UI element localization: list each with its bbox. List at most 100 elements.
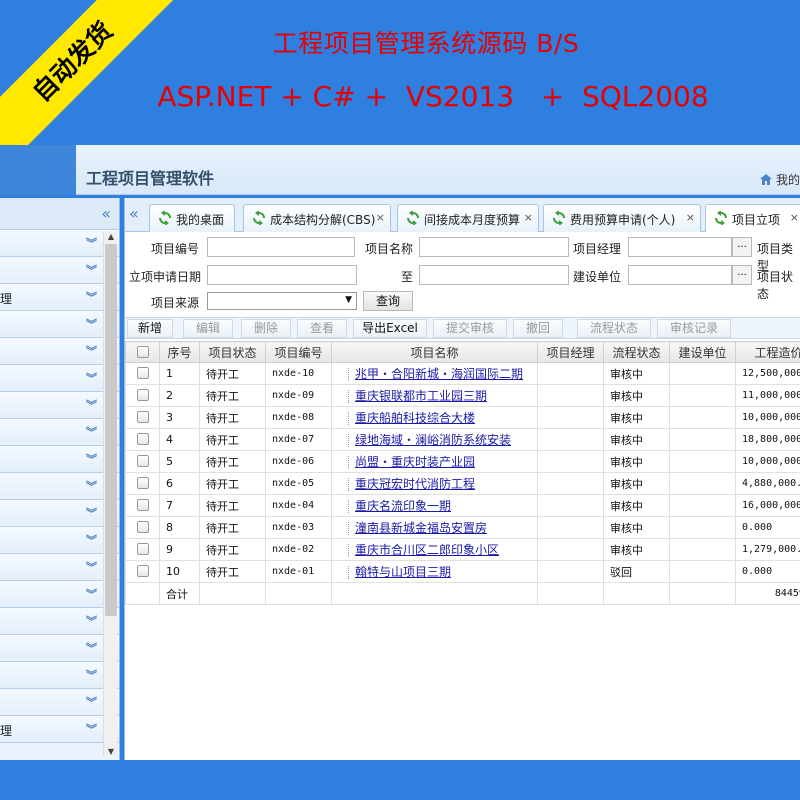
project-name-input[interactable] (419, 237, 569, 257)
sidebar-item[interactable]: ︾ (0, 635, 119, 662)
scroll-down-arrow-icon[interactable]: ▼ (104, 747, 118, 756)
expand-chevron-icon[interactable]: ︾ (86, 694, 97, 710)
project-manager-picker-button[interactable]: ... (732, 237, 752, 257)
table-row[interactable]: 7 待开工 nxde-04 重庆名流印象一期 审核中 16,000,000 (125, 494, 800, 517)
row-checkbox[interactable] (136, 367, 149, 379)
expand-chevron-icon[interactable]: ︾ (86, 397, 97, 413)
expand-chevron-icon[interactable]: ︾ (86, 316, 97, 332)
tab-item[interactable]: 项目立项 × (705, 204, 800, 233)
row-checkbox[interactable] (136, 565, 149, 577)
add-button[interactable]: 新增 (127, 319, 173, 338)
collapse-sidebar-icon[interactable]: « (101, 204, 111, 223)
project-name-link[interactable]: 潼南县新城金福岛安置房 (355, 521, 487, 535)
query-button[interactable]: 查询 (363, 291, 413, 311)
view-button[interactable]: 查看 (297, 319, 347, 338)
sidebar-item[interactable]: ︾ (0, 338, 119, 365)
collapse-tabs-icon[interactable]: « (129, 204, 139, 223)
col-header-no[interactable]: 序号 (159, 341, 200, 363)
row-checkbox[interactable] (136, 499, 149, 511)
sidebar-item[interactable]: ︾ (0, 500, 119, 527)
tab-close-icon[interactable]: × (376, 211, 385, 224)
table-row[interactable]: 1 待开工 nxde-10 兆甲・合阳新城・海润国际二期 审核中 12,500,000 (125, 362, 800, 385)
project-name-link[interactable]: 重庆船舶科技综合大楼 (355, 411, 475, 425)
project-name-link[interactable]: 重庆银联都市工业园三期 (355, 389, 487, 403)
row-checkbox[interactable] (136, 521, 149, 533)
sidebar-item[interactable]: ︾ (0, 365, 119, 392)
project-name-link[interactable]: 尚盟・重庆时装产业园 (355, 455, 475, 469)
table-row[interactable]: 10 待开工 nxde-01 翰特与山项目三期 驳回 0.000 (125, 560, 800, 583)
col-header-cost[interactable]: 工程造价 (735, 341, 800, 363)
expand-chevron-icon[interactable]: ︾ (86, 370, 97, 386)
row-select-cell[interactable] (125, 472, 160, 495)
build-unit-input[interactable] (628, 265, 732, 285)
sidebar-item[interactable]: ︾ (0, 554, 119, 581)
row-select-cell[interactable] (125, 428, 160, 451)
sidebar-item[interactable]: ︾ (0, 257, 119, 284)
row-select-cell[interactable] (125, 406, 160, 429)
sidebar-scrollbar[interactable]: ▲ ▼ (103, 232, 117, 756)
row-checkbox[interactable] (136, 477, 149, 489)
apply-date-start-input[interactable] (207, 265, 357, 285)
sidebar-item[interactable]: ︾ (0, 581, 119, 608)
col-header-name[interactable]: 项目名称 (331, 341, 538, 363)
table-row[interactable]: 5 待开工 nxde-06 尚盟・重庆时装产业园 审核中 10,000,000 (125, 450, 800, 473)
sidebar-item[interactable]: ︾ (0, 662, 119, 689)
sidebar-item[interactable]: ︾ (0, 419, 119, 446)
table-row[interactable]: 9 待开工 nxde-02 重庆市合川区二郎印象小区 审核中 1,279,000. (125, 538, 800, 561)
expand-chevron-icon[interactable]: ︾ (86, 721, 97, 737)
expand-chevron-icon[interactable]: ︾ (86, 424, 97, 440)
delete-button[interactable]: 删除 (241, 319, 291, 338)
sidebar-item[interactable]: ︾ (0, 230, 119, 257)
table-row[interactable]: 8 待开工 nxde-03 潼南县新城金福岛安置房 审核中 0.000 (125, 516, 800, 539)
scroll-up-arrow-icon[interactable]: ▲ (104, 232, 118, 241)
tab-item[interactable]: 费用预算申请(个人) × (543, 204, 701, 232)
tab-close-icon[interactable]: × (524, 211, 533, 224)
row-select-cell[interactable] (125, 560, 160, 583)
sidebar-item[interactable]: 理 ︾ (0, 716, 119, 743)
header-select-all[interactable] (125, 341, 160, 363)
expand-chevron-icon[interactable]: ︾ (86, 640, 97, 656)
expand-chevron-icon[interactable]: ︾ (86, 586, 97, 602)
table-row[interactable]: 3 待开工 nxde-08 重庆船舶科技综合大楼 审核中 10,000,000 (125, 406, 800, 429)
table-row[interactable]: 4 待开工 nxde-07 绿地海域・澜峪消防系统安装 审核中 18,800,000 (125, 428, 800, 451)
expand-chevron-icon[interactable]: ︾ (86, 451, 97, 467)
submit-audit-button[interactable]: 提交审核 (433, 319, 507, 338)
sidebar-item[interactable]: ︾ (0, 527, 119, 554)
export-excel-button[interactable]: 导出Excel (353, 319, 427, 338)
project-name-link[interactable]: 重庆名流印象一期 (355, 499, 451, 513)
col-header-flow[interactable]: 流程状态 (603, 341, 670, 363)
table-row[interactable]: 2 待开工 nxde-09 重庆银联都市工业园三期 审核中 11,000,000 (125, 384, 800, 407)
sidebar-item[interactable]: ︾ (0, 608, 119, 635)
project-code-input[interactable] (207, 237, 355, 257)
tab-item[interactable]: 间接成本月度预算 × (397, 204, 539, 232)
row-select-cell[interactable] (125, 384, 160, 407)
project-name-link[interactable]: 翰特与山项目三期 (355, 565, 451, 579)
audit-log-button[interactable]: 审核记录 (657, 319, 731, 338)
expand-chevron-icon[interactable]: ︾ (86, 478, 97, 494)
sidebar-item[interactable]: ︾ (0, 311, 119, 338)
sidebar-item[interactable]: ︾ (0, 446, 119, 473)
expand-chevron-icon[interactable]: ︾ (86, 559, 97, 575)
tab-item[interactable]: 我的桌面 (149, 204, 235, 232)
sidebar-item[interactable]: ︾ (0, 392, 119, 419)
expand-chevron-icon[interactable]: ︾ (86, 532, 97, 548)
edit-button[interactable]: 编辑 (183, 319, 233, 338)
withdraw-button[interactable]: 撤回 (513, 319, 563, 338)
project-name-link[interactable]: 兆甲・合阳新城・海润国际二期 (355, 367, 523, 381)
col-header-status[interactable]: 项目状态 (199, 341, 266, 363)
project-name-link[interactable]: 重庆冠宏时代消防工程 (355, 477, 475, 491)
project-name-link[interactable]: 绿地海域・澜峪消防系统安装 (355, 433, 511, 447)
expand-chevron-icon[interactable]: ︾ (86, 667, 97, 683)
sidebar-item[interactable]: ︾ (0, 689, 119, 716)
row-select-cell[interactable] (125, 516, 160, 539)
tab-item[interactable]: 成本结构分解(CBS) × (243, 204, 391, 232)
scroll-thumb[interactable] (105, 244, 117, 616)
row-select-cell[interactable] (125, 538, 160, 561)
row-checkbox[interactable] (136, 543, 149, 555)
expand-chevron-icon[interactable]: ︾ (86, 235, 97, 251)
col-header-unit[interactable]: 建设单位 (669, 341, 736, 363)
flow-status-button[interactable]: 流程状态 (577, 319, 651, 338)
tab-close-icon[interactable]: × (790, 211, 799, 224)
col-header-code[interactable]: 项目编号 (265, 341, 332, 363)
col-header-manager[interactable]: 项目经理 (537, 341, 604, 363)
